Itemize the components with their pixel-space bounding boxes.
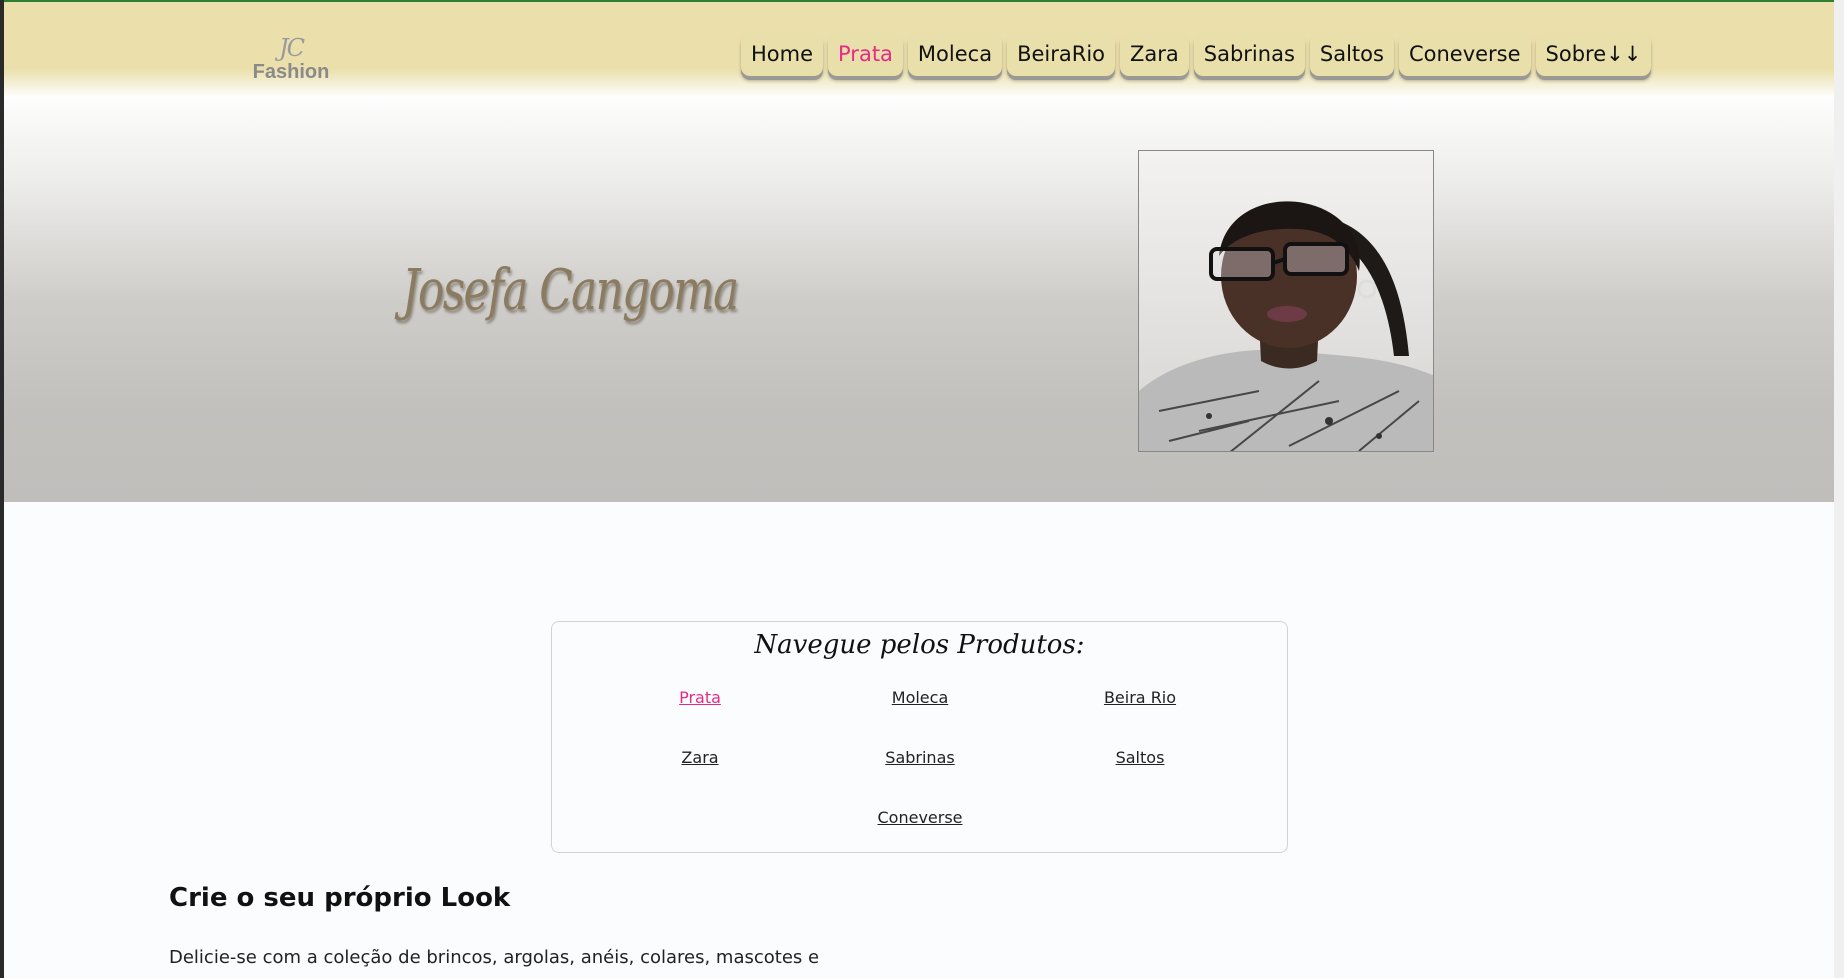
products-title: Navegue pelos Produtos: [754,630,1085,660]
nav-item-saltos[interactable]: Saltos [1309,32,1394,76]
nav-item-coneverse[interactable]: Coneverse [1398,32,1531,76]
main-nav: Home Prata Moleca BeiraRio Zara Sabrinas… [741,32,1652,76]
product-link-zara[interactable]: Zara [681,748,718,767]
section-paragraph: Delicie-se com a coleção de brincos, arg… [169,947,820,968]
nav-item-zara[interactable]: Zara [1120,32,1189,76]
nav-item-beirario[interactable]: BeiraRio [1007,32,1115,76]
site-header: JC Fashion Home Prata Moleca BeiraRio Za… [4,2,1834,98]
hero-banner: Josefa Cangoma [4,98,1834,502]
hero-name: Josefa Cangoma [402,258,739,323]
section-title: Crie o seu próprio Look [169,883,511,913]
nav-item-sabrinas[interactable]: Sabrinas [1193,32,1305,76]
logo-text: Fashion [252,61,330,83]
profile-photo [1138,150,1434,452]
nav-item-home[interactable]: Home [741,32,824,76]
product-link-saltos[interactable]: Saltos [1116,748,1165,767]
product-link-beira-rio[interactable]: Beira Rio [1104,688,1176,707]
product-link-coneverse[interactable]: Coneverse [877,808,962,827]
nav-item-moleca[interactable]: Moleca [907,32,1003,76]
product-navigation-box: Navegue pelos Produtos: Prata Moleca Bei… [551,621,1288,853]
page-scrollbar[interactable] [1834,0,1844,978]
logo[interactable]: JC Fashion [246,36,336,82]
nav-item-prata[interactable]: Prata [828,32,903,76]
product-link-sabrinas[interactable]: Sabrinas [885,748,954,767]
logo-mark: JC [279,34,305,62]
product-link-moleca[interactable]: Moleca [892,688,948,707]
product-link-prata[interactable]: Prata [679,688,721,707]
nav-item-sobre[interactable]: Sobre↓↓ [1535,32,1652,76]
profile-photo-illustration [1139,151,1433,451]
